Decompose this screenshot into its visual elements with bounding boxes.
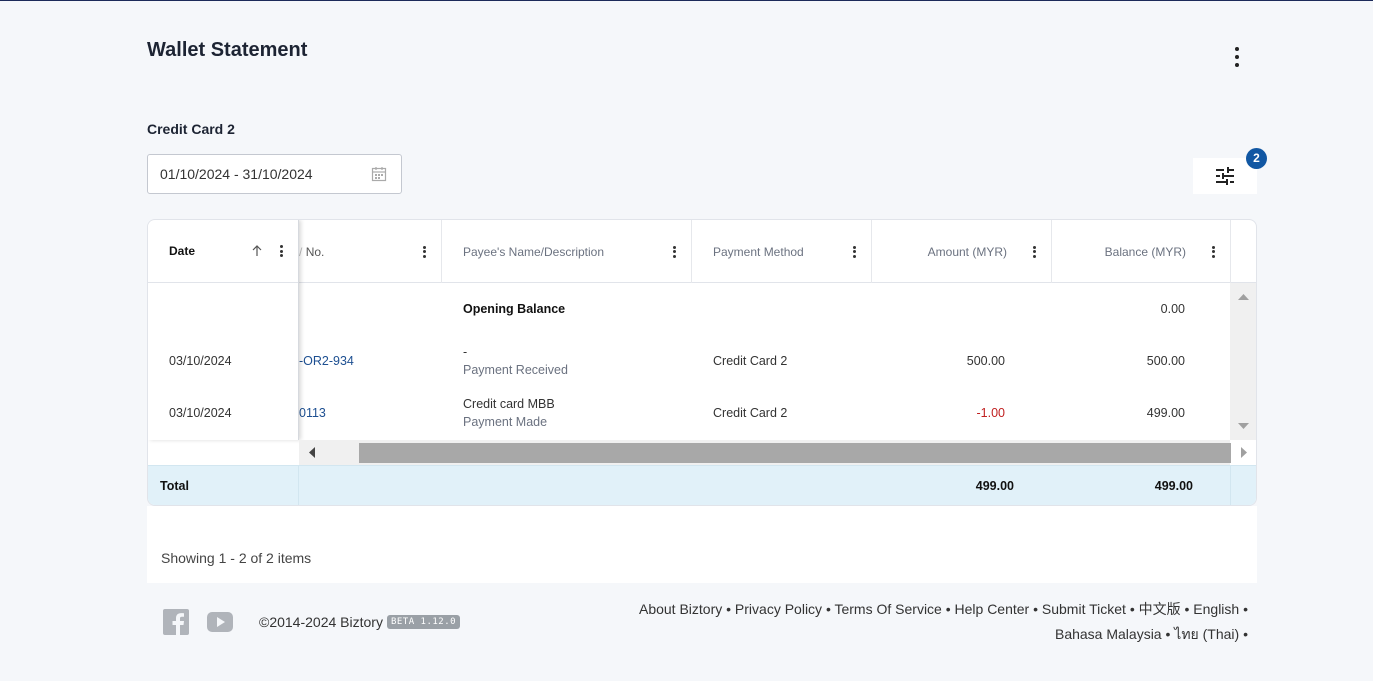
opening-balance-value: 0.00 — [1160, 302, 1185, 316]
column-menu-button[interactable] — [1027, 245, 1041, 259]
column-menu-button[interactable] — [274, 244, 288, 258]
sliders-icon — [1216, 167, 1234, 185]
opening-balance-label: Opening Balance — [463, 302, 566, 316]
column-header-payee[interactable]: Payee's Name/Description — [442, 220, 692, 283]
row-amount: 500.00 — [966, 354, 1005, 368]
divider — [1230, 466, 1231, 505]
statement-grid: / No. Payee's Name/Description Payment M… — [147, 219, 1257, 506]
grid-header: / No. Payee's Name/Description Payment M… — [148, 220, 1256, 283]
pager-summary: Showing 1 - 2 of 2 items — [161, 550, 312, 566]
row-type: Payment Made — [463, 415, 548, 429]
total-label-cell: Total — [148, 466, 299, 505]
footer-links[interactable]: About Biztory • Privacy Policy • Terms O… — [608, 597, 1248, 647]
row-date: 03/10/2024 — [169, 354, 232, 368]
scrollbar-thumb[interactable] — [359, 443, 1231, 463]
row-ref-link[interactable]: -OR2-934 — [299, 354, 354, 368]
version-badge: BETA 1.12.0 — [386, 615, 461, 629]
column-header-date[interactable]: Date — [148, 220, 298, 283]
column-header-balance[interactable]: Balance (MYR) — [1052, 220, 1231, 283]
column-label: Amount (MYR) — [927, 244, 1007, 259]
dot — [1235, 63, 1239, 67]
frozen-date-column: Date 03/10/2024 03/10/2024 — [148, 220, 299, 440]
scroll-arrows-icon[interactable] — [1230, 283, 1257, 440]
pager-bar — [147, 506, 1257, 583]
row-method: Credit Card 2 — [713, 406, 788, 420]
row-ref-link[interactable]: 0113 — [299, 406, 326, 420]
more-options-button[interactable] — [1228, 47, 1246, 67]
row-payee: - — [463, 345, 468, 359]
facebook-icon[interactable] — [163, 609, 189, 635]
column-menu-button[interactable] — [847, 245, 861, 259]
vertical-scrollbar[interactable] — [1230, 283, 1257, 440]
dot — [1235, 47, 1239, 51]
footer-links-line[interactable]: About Biztory • Privacy Policy • Terms O… — [608, 597, 1248, 622]
dot — [1235, 55, 1239, 59]
horizontal-scrollbar[interactable] — [299, 440, 1231, 465]
date-range-value: 01/10/2024 - 31/10/2024 — [160, 166, 313, 182]
scroll-left-icon[interactable] — [299, 440, 319, 465]
page-title: Wallet Statement — [147, 39, 308, 61]
total-label: Total — [160, 479, 189, 493]
column-label: / No. — [299, 244, 325, 259]
column-header-method[interactable]: Payment Method — [692, 220, 872, 283]
scroll-right-icon[interactable] — [1230, 440, 1257, 465]
sort-ascending-icon[interactable] — [252, 245, 262, 257]
calendar-icon[interactable] — [371, 166, 387, 182]
column-header-amount[interactable]: Amount (MYR) — [872, 220, 1052, 283]
column-label: Balance (MYR) — [1104, 244, 1186, 259]
total-row: Total 499.00 499.00 — [148, 465, 1256, 505]
row-payee: Credit card MBB — [463, 397, 555, 411]
date-range-picker[interactable]: 01/10/2024 - 31/10/2024 — [147, 154, 402, 194]
column-menu-button[interactable] — [417, 245, 431, 259]
row-type: Payment Received — [463, 363, 568, 377]
column-header-ref[interactable]: / No. — [299, 220, 442, 283]
column-label: Payee's Name/Description — [463, 244, 605, 259]
copyright: ©2014-2024 Biztory BETA 1.12.0 — [259, 614, 461, 630]
column-menu-button[interactable] — [1206, 245, 1220, 259]
copyright-text: ©2014-2024 Biztory — [259, 614, 383, 630]
wallet-name: Credit Card 2 — [147, 121, 235, 137]
column-label: Date — [169, 244, 196, 258]
row-balance: 499.00 — [1146, 406, 1185, 420]
column-menu-button[interactable] — [667, 245, 681, 259]
row-method: Credit Card 2 — [713, 354, 788, 368]
filter-count-badge: 2 — [1246, 148, 1267, 169]
footer-links-line[interactable]: Bahasa Malaysia • ไทย (Thai) • — [608, 622, 1248, 647]
total-amount: 499.00 — [975, 479, 1014, 493]
column-label: Payment Method — [713, 244, 804, 259]
row-amount: -1.00 — [976, 406, 1006, 420]
row-date: 03/10/2024 — [169, 406, 232, 420]
total-balance: 499.00 — [1154, 479, 1193, 493]
youtube-icon[interactable] — [206, 609, 234, 635]
row-balance: 500.00 — [1146, 354, 1185, 368]
